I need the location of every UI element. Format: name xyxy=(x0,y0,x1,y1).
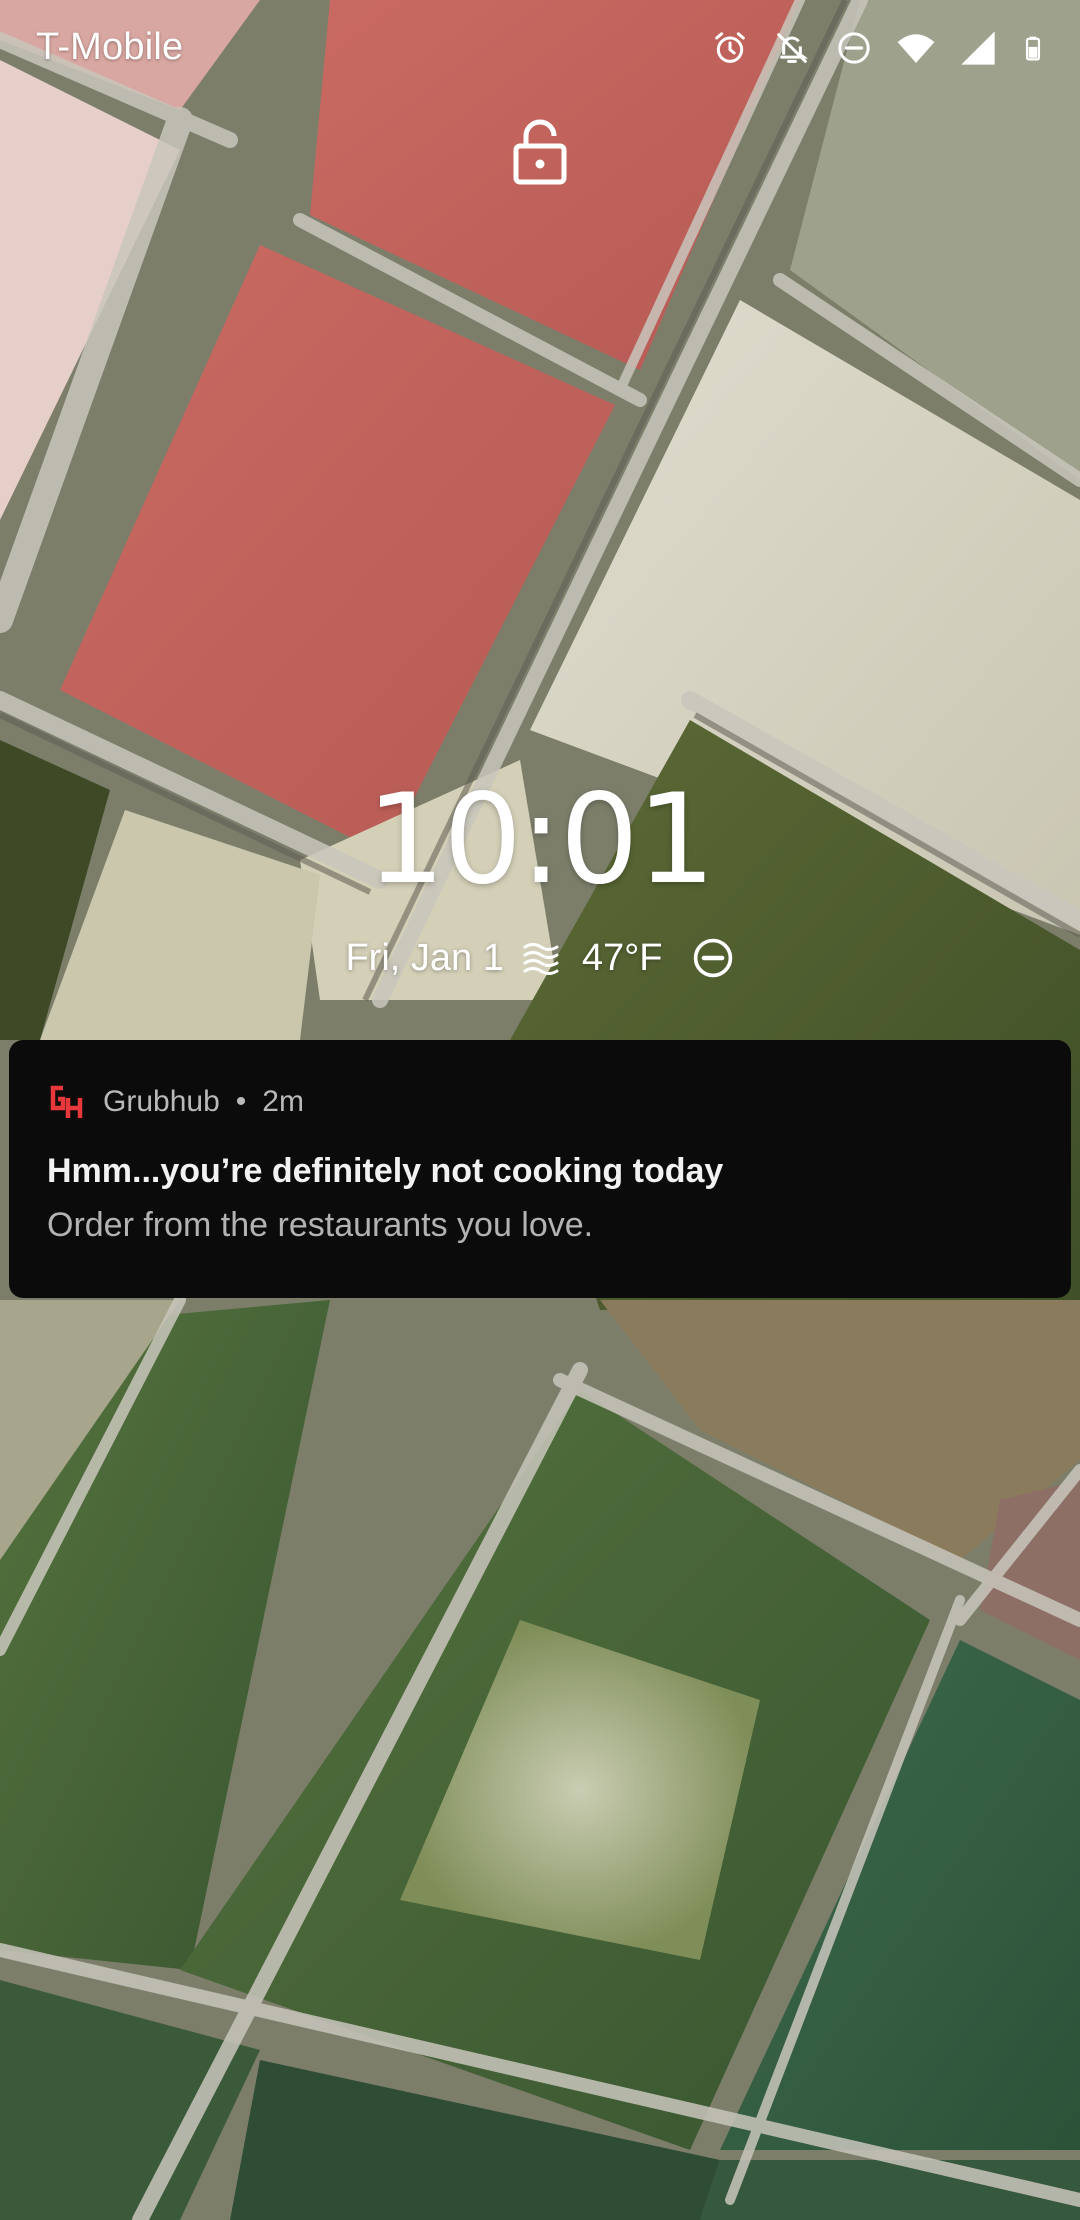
grubhub-logo-icon xyxy=(50,1085,83,1118)
notifications-off-icon xyxy=(777,33,809,63)
date-weather-row[interactable]: Fri, Jan 1 47°F xyxy=(0,930,1080,986)
notification-time: 2m xyxy=(262,1085,304,1118)
haze-icon xyxy=(523,943,559,975)
notification-app-name: Grubhub xyxy=(103,1085,220,1118)
date-text: Fri, Jan 1 xyxy=(345,936,504,979)
temperature-text: 47°F xyxy=(581,936,663,979)
do-not-disturb-icon xyxy=(693,938,732,978)
lock-screen-clock: 10:01 xyxy=(366,768,715,912)
notification-separator: • xyxy=(235,1085,247,1118)
notification-body: Order from the restaurants you love. xyxy=(47,1206,594,1244)
carrier-name: T-Mobile xyxy=(36,26,184,68)
notification-title: Hmm...you’re definitely not cooking toda… xyxy=(47,1152,724,1190)
do-not-disturb-icon xyxy=(838,32,870,64)
alarm-icon xyxy=(715,32,745,63)
grubhub-notification[interactable]: Grubhub • 2m Hmm...you’re definitely not… xyxy=(9,1040,1071,1298)
wifi-icon xyxy=(897,34,935,63)
cell-signal-icon xyxy=(961,31,995,65)
lock-icon[interactable] xyxy=(512,116,568,186)
battery-icon xyxy=(1025,36,1041,61)
status-icons xyxy=(710,26,1046,70)
notification-header: Grubhub • 2m xyxy=(47,1078,304,1126)
status-bar: T-Mobile xyxy=(0,0,1080,96)
